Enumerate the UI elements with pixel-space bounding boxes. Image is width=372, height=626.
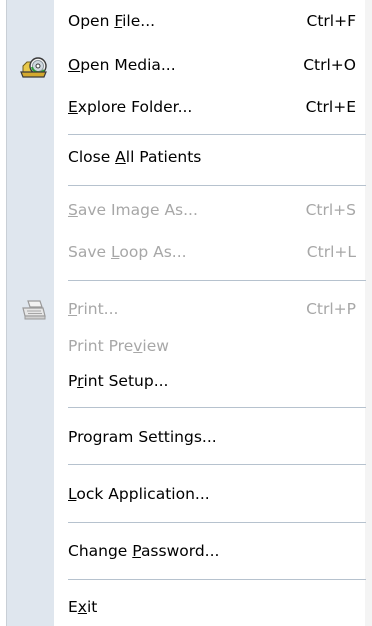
menu-item-change-password[interactable]: Change Password...	[54, 534, 364, 570]
printer-icon	[20, 298, 50, 324]
menu-item-save-loop-as[interactable]: Save Loop As... Ctrl+L	[54, 235, 364, 271]
menu-right-edge	[365, 0, 372, 626]
menu-item-print-preview[interactable]: Print Preview	[54, 329, 364, 365]
save-image-as-shortcut: Ctrl+S	[305, 201, 356, 219]
menu-separator	[68, 280, 366, 281]
print-preview-label: Print Preview	[68, 337, 169, 355]
save-image-as-label: Save Image As...	[68, 201, 198, 219]
open-media-shortcut: Ctrl+O	[303, 56, 356, 74]
save-loop-as-shortcut: Ctrl+L	[306, 243, 356, 261]
file-menu: Open File... Ctrl+F Open Media... Ctrl+O…	[0, 0, 372, 626]
menu-item-close-all-patients[interactable]: Close All Patients	[54, 140, 364, 176]
menu-item-explore-folder[interactable]: Explore Folder... Ctrl+E	[54, 90, 364, 126]
menu-item-open-media[interactable]: Open Media... Ctrl+O	[54, 48, 364, 84]
exit-label: Exit	[68, 598, 98, 616]
close-all-patients-label: Close All Patients	[68, 148, 202, 166]
menu-separator	[68, 185, 366, 186]
open-file-label: Open File...	[68, 12, 156, 30]
menu-item-save-image-as[interactable]: Save Image As... Ctrl+S	[54, 193, 364, 229]
menu-separator	[68, 407, 366, 408]
menu-separator	[68, 522, 366, 523]
open-media-label: Open Media...	[68, 56, 176, 74]
change-password-label: Change Password...	[68, 542, 220, 560]
menu-item-print[interactable]: Print... Ctrl+P	[54, 292, 364, 328]
print-setup-label: Print Setup...	[68, 372, 169, 390]
menu-item-print-setup[interactable]: Print Setup...	[54, 364, 364, 400]
menu-left-edge	[0, 0, 7, 626]
menu-item-lock-application[interactable]: Lock Application...	[54, 477, 364, 513]
save-loop-as-label: Save Loop As...	[68, 243, 187, 261]
menu-separator	[68, 579, 366, 580]
menu-separator	[68, 464, 366, 465]
print-shortcut: Ctrl+P	[306, 300, 356, 318]
lock-application-label: Lock Application...	[68, 485, 210, 503]
menu-item-exit[interactable]: Exit	[54, 590, 364, 626]
explore-folder-label: Explore Folder...	[68, 98, 193, 116]
menu-item-open-file[interactable]: Open File... Ctrl+F	[54, 4, 364, 40]
open-file-shortcut: Ctrl+F	[306, 12, 356, 30]
explore-folder-shortcut: Ctrl+E	[305, 98, 356, 116]
print-label: Print...	[68, 300, 119, 318]
program-settings-label: Program Settings...	[68, 428, 217, 446]
menu-item-program-settings[interactable]: Program Settings...	[54, 420, 364, 456]
disc-open-icon	[20, 54, 50, 80]
menu-separator	[68, 134, 366, 135]
